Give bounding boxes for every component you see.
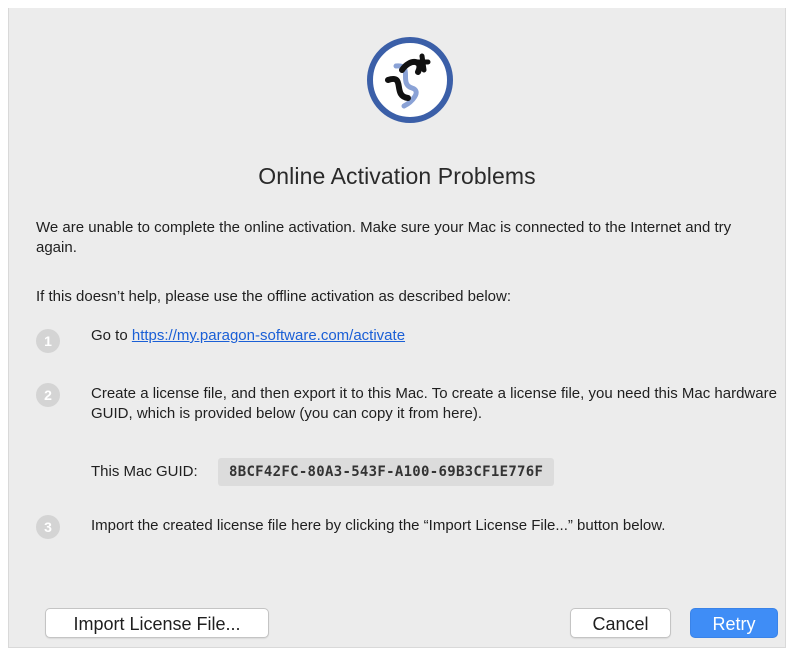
- guid-label: This Mac GUID:: [91, 463, 198, 480]
- step-2-badge: 2: [36, 383, 60, 407]
- step-3-text: Import the created license file here by …: [91, 517, 666, 534]
- paragon-logo-icon: [367, 37, 453, 123]
- cancel-button[interactable]: Cancel: [570, 608, 671, 638]
- error-message: We are unable to complete the online act…: [36, 219, 732, 256]
- step-1-text: Go to https://my.paragon-software.com/ac…: [91, 326, 405, 346]
- step-1-badge: 1: [36, 329, 60, 353]
- activation-link[interactable]: https://my.paragon-software.com/activate: [132, 327, 405, 344]
- step-2-text: Create a license file, and then export i…: [91, 385, 777, 422]
- retry-button[interactable]: Retry: [690, 608, 778, 638]
- offline-instructions-intro: If this doesn’t help, please use the off…: [36, 288, 512, 305]
- import-license-file-button[interactable]: Import License File...: [45, 608, 269, 638]
- step-1-prefix: Go to: [91, 327, 132, 344]
- step-3-badge: 3: [36, 515, 60, 539]
- guid-value-field[interactable]: 8BCF42FC-80A3-543F-A100-69B3CF1E776F: [218, 458, 555, 486]
- dialog-title: Online Activation Problems: [258, 163, 536, 189]
- activation-dialog: Online Activation Problems We are unable…: [8, 8, 786, 648]
